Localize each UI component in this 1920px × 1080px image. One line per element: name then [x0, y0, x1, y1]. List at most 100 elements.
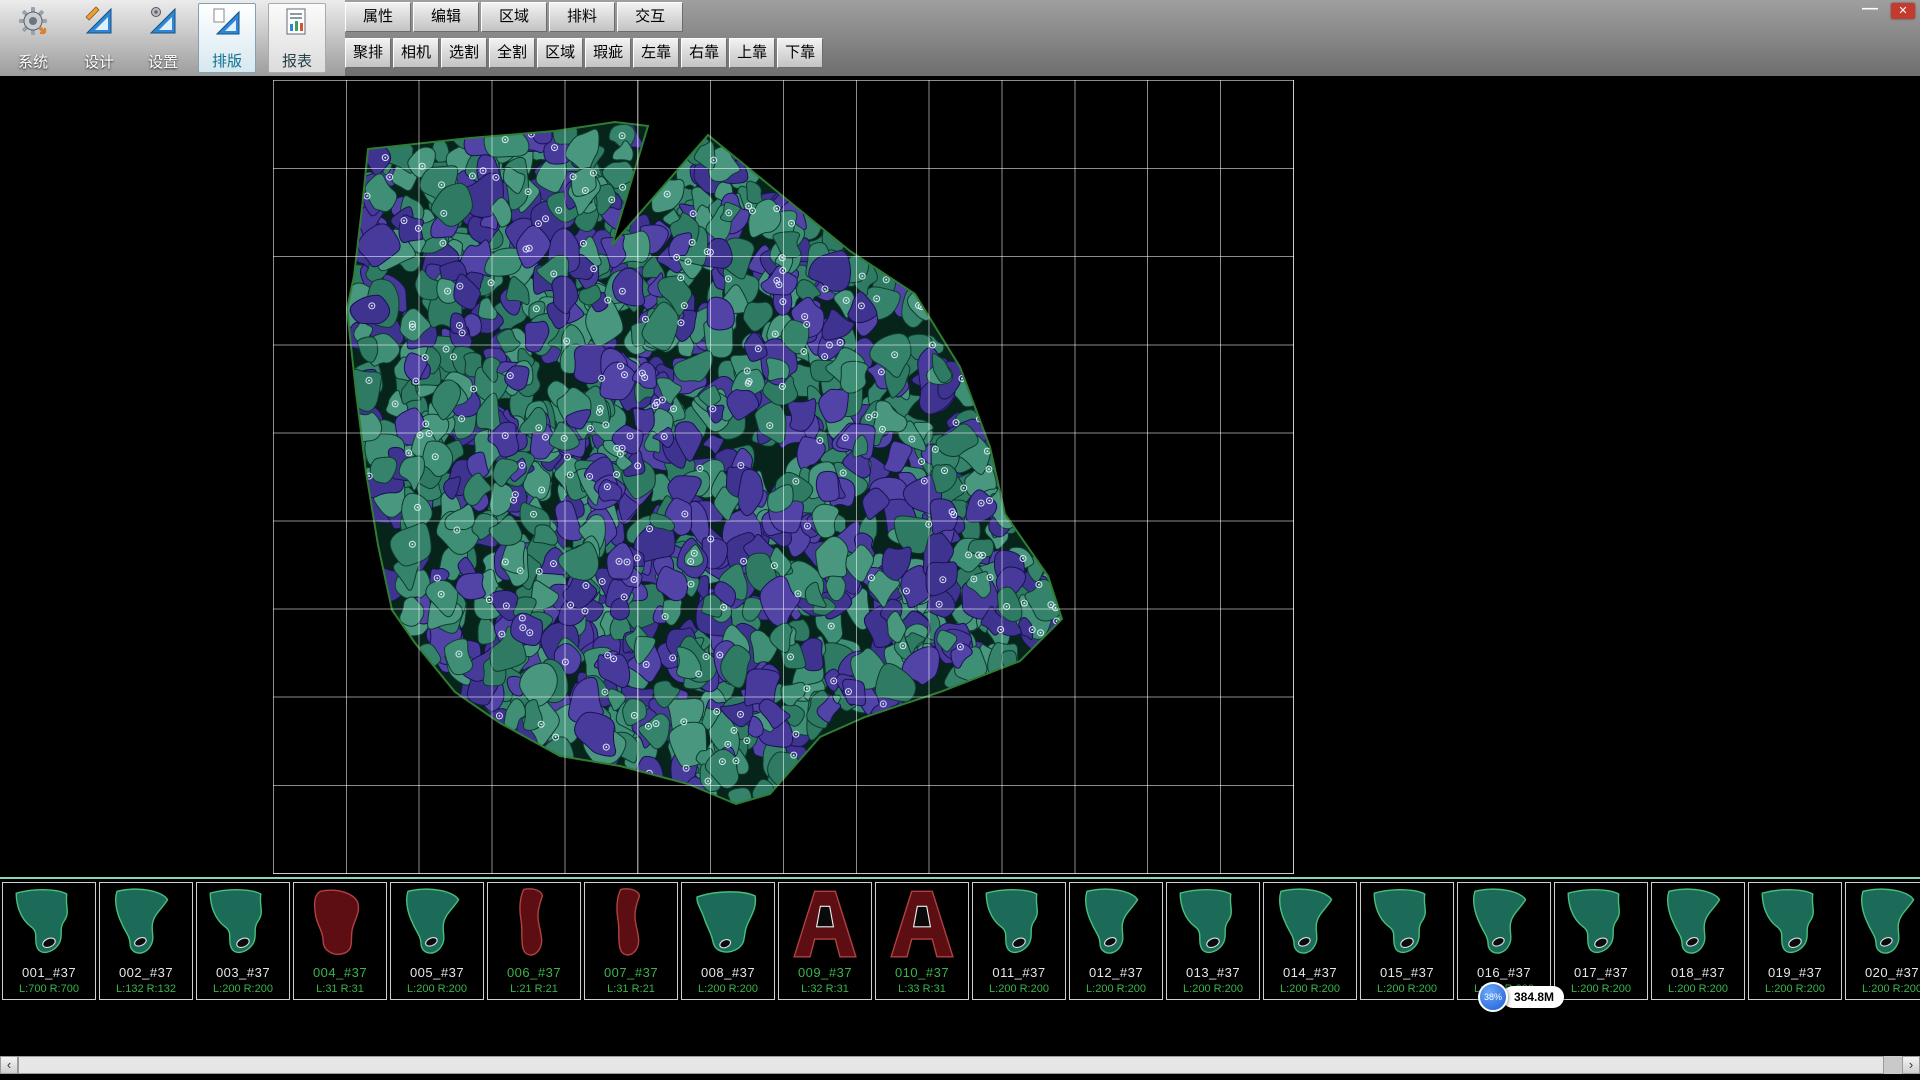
toolbar-button-settings[interactable]: 设置 [134, 3, 192, 73]
piece-counts: L:200 R:200 [197, 983, 289, 995]
toolbar-button-report[interactable]: 报表 [268, 3, 326, 73]
tool-button-align-bottom[interactable]: 下靠 [777, 38, 823, 68]
horizontal-scrollbar[interactable]: ‹ › [0, 1056, 1920, 1074]
tool-button-row: 聚排相机选割全割区域瑕疵左靠右靠上靠下靠 [345, 38, 823, 68]
toolbar-button-system[interactable]: 系统 [4, 3, 62, 73]
piece-strip: 001_#37L:700 R:700002_#37L:132 R:132003_… [0, 877, 1920, 1003]
piece-name: 010_#37 [876, 965, 968, 980]
piece-thumbnail-020_#37[interactable]: 020_#37 L:200 R:200 [1845, 882, 1920, 1000]
piece-name: 002_#37 [100, 965, 192, 980]
piece-shape [684, 885, 772, 965]
tool-button-cut-all[interactable]: 全割 [489, 38, 535, 68]
piece-counts: L:31 R:31 [294, 983, 386, 995]
piece-name: 006_#37 [488, 965, 580, 980]
piece-thumbnail-004_#37[interactable]: 004_#37 L:31 R:31 [293, 882, 387, 1000]
tool-button-camera[interactable]: 相机 [393, 38, 439, 68]
tool-button-align-top[interactable]: 上靠 [729, 38, 775, 68]
piece-shape [1557, 885, 1645, 965]
piece-thumbnail-005_#37[interactable]: 005_#37L:200 R:200 [390, 882, 484, 1000]
piece-name: 020_#37 [1846, 965, 1920, 980]
piece-counts: L:200 R:200 [682, 983, 774, 995]
piece-shape [1363, 885, 1451, 965]
piece-shape [1460, 885, 1548, 965]
piece-name: 012_#37 [1070, 965, 1162, 980]
scrollbar-thumb[interactable] [18, 1056, 1884, 1074]
piece-thumbnail-006_#37[interactable]: 006_#37L:21 R:21 [487, 882, 581, 1000]
toolbar-button-label: 排版 [212, 54, 242, 70]
piece-thumbnail-002_#37[interactable]: 002_#37L:132 R:132 [99, 882, 193, 1000]
report-document-icon [282, 7, 312, 37]
piece-thumbnail-019_#37[interactable]: 019_#37 L:200 R:200 [1748, 882, 1842, 1000]
piece-shape [5, 885, 93, 965]
piece-counts: L:200 R:200 [1555, 983, 1647, 995]
close-button[interactable]: ✕ [1891, 3, 1915, 19]
settings-setsquare-icon [148, 6, 178, 36]
tool-button-defect[interactable]: 瑕疵 [585, 38, 631, 68]
piece-shape [1751, 885, 1839, 965]
piece-shape [296, 885, 384, 965]
nesting-canvas[interactable] [0, 76, 1920, 877]
piece-name: 019_#37 [1749, 965, 1841, 980]
piece-counts: L:200 R:200 [973, 983, 1065, 995]
tool-button-align-left[interactable]: 左靠 [633, 38, 679, 68]
piece-thumbnail-003_#37[interactable]: 003_#37 L:200 R:200 [196, 882, 290, 1000]
piece-counts: L:200 R:200 [391, 983, 483, 995]
scroll-left-arrow-icon[interactable]: ‹ [0, 1056, 18, 1074]
piece-thumbnail-011_#37[interactable]: 011_#37 L:200 R:200 [972, 882, 1066, 1000]
piece-shape [1169, 885, 1257, 965]
piece-thumbnail-017_#37[interactable]: 017_#37L:200 R:200 [1554, 882, 1648, 1000]
progress-percent: 38% [1478, 982, 1508, 1012]
minimize-button[interactable]: — [1858, 3, 1882, 19]
piece-name: 004_#37 [294, 965, 386, 980]
piece-name: 007_#37 [585, 965, 677, 980]
piece-counts: L:32 R:31 [779, 983, 871, 995]
menu-tab-region[interactable]: 区域 [481, 2, 547, 32]
menu-tab-edit[interactable]: 编辑 [413, 2, 479, 32]
toolbar-button-design[interactable]: 设计 [70, 3, 128, 73]
toolbar-button-layout[interactable]: 排版 [198, 3, 256, 73]
tool-button-region[interactable]: 区域 [537, 38, 583, 68]
piece-shape [102, 885, 190, 965]
piece-shape [1266, 885, 1354, 965]
piece-shape [1072, 885, 1160, 965]
tool-button-align-right[interactable]: 右靠 [681, 38, 727, 68]
piece-counts: L:200 R:200 [1652, 983, 1744, 995]
piece-shape [587, 885, 675, 965]
tool-button-select-cut[interactable]: 选割 [441, 38, 487, 68]
menu-tab-nesting[interactable]: 排料 [549, 2, 615, 32]
piece-counts: L:200 R:200 [1361, 983, 1453, 995]
piece-name: 016_#37 [1458, 965, 1550, 980]
piece-thumbnail-008_#37[interactable]: 008_#37 L:200 R:200 [681, 882, 775, 1000]
tool-button-cluster-nest[interactable]: 聚排 [345, 38, 391, 68]
piece-thumbnail-001_#37[interactable]: 001_#37 L:700 R:700 [2, 882, 96, 1000]
piece-counts: L:200 R:200 [1749, 983, 1841, 995]
piece-thumbnail-009_#37[interactable]: 009_#37L:32 R:31 [778, 882, 872, 1000]
piece-name: 008_#37 [682, 965, 774, 980]
piece-counts: L:31 R:21 [585, 983, 677, 995]
piece-shape [878, 885, 966, 965]
piece-thumbnail-010_#37[interactable]: 010_#37 L:33 R:31 [875, 882, 969, 1000]
scroll-right-arrow-icon[interactable]: › [1902, 1056, 1920, 1074]
piece-thumbnail-013_#37[interactable]: 013_#37L:200 R:200 [1166, 882, 1260, 1000]
piece-name: 014_#37 [1264, 965, 1356, 980]
piece-counts: L:200 R:200 [1264, 983, 1356, 995]
piece-thumbnail-014_#37[interactable]: 014_#37 L:200 R:200 [1263, 882, 1357, 1000]
toolbar-button-label: 系统 [18, 55, 48, 71]
piece-name: 003_#37 [197, 965, 289, 980]
piece-thumbnail-015_#37[interactable]: 015_#37L:200 R:200 [1360, 882, 1454, 1000]
piece-name: 011_#37 [973, 965, 1065, 980]
piece-counts: L:700 R:700 [3, 983, 95, 995]
piece-counts: L:33 R:31 [876, 983, 968, 995]
piece-shape [393, 885, 481, 965]
piece-shape [781, 885, 869, 965]
piece-thumbnail-018_#37[interactable]: 018_#37 L:200 R:200 [1651, 882, 1745, 1000]
toolbar-button-label: 设计 [84, 55, 114, 71]
piece-name: 018_#37 [1652, 965, 1744, 980]
piece-thumbnail-007_#37[interactable]: 007_#37 L:31 R:21 [584, 882, 678, 1000]
piece-thumbnail-012_#37[interactable]: 012_#37 L:200 R:200 [1069, 882, 1163, 1000]
menu-tab-interact[interactable]: 交互 [617, 2, 683, 32]
menu-tab-properties[interactable]: 属性 [345, 2, 411, 32]
piece-name: 001_#37 [3, 965, 95, 980]
piece-counts: L:200 R:200 [1846, 983, 1920, 995]
piece-counts: L:200 R:200 [1070, 983, 1162, 995]
